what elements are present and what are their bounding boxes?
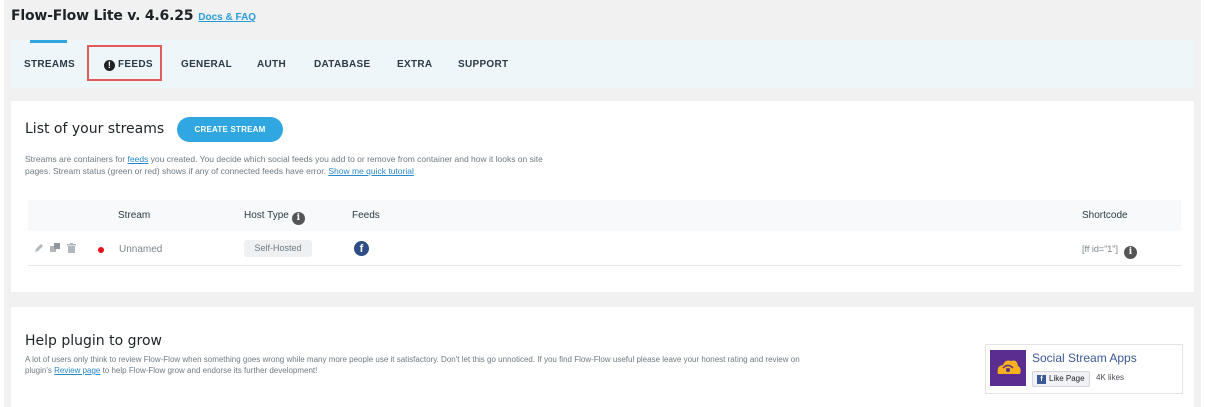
like-page-button[interactable]: f Like Page [1032, 371, 1090, 387]
tab-streams[interactable]: STREAMS [24, 59, 75, 70]
tab-database[interactable]: DATABASE [314, 59, 370, 70]
col-host-type-label: Host Type [244, 210, 289, 221]
window-edge-left [0, 0, 4, 407]
streams-table-header: Stream Host Type i Feeds Shortcode [28, 200, 1181, 231]
page-name-link[interactable]: Social Stream Apps [1032, 351, 1137, 365]
col-stream: Stream [118, 210, 151, 221]
shortcode-value: [ff id="1"] i [1082, 244, 1137, 259]
trash-icon[interactable] [67, 243, 76, 256]
desc-text: Streams are containers for [25, 154, 128, 164]
window-edge-right [1201, 0, 1205, 407]
desc-text: A lot of users only think to review Flow… [25, 355, 800, 364]
facebook-icon: f [354, 241, 369, 256]
streams-title: List of your streams [25, 121, 165, 137]
row-actions [34, 243, 76, 256]
tab-extra[interactable]: EXTRA [397, 59, 432, 70]
info-icon[interactable]: i [1124, 246, 1137, 259]
tab-general[interactable]: GENERAL [181, 59, 232, 70]
info-icon[interactable]: i [291, 212, 305, 225]
tab-feeds-label: FEEDS [118, 59, 153, 70]
col-feeds: Feeds [352, 210, 380, 221]
duplicate-icon[interactable] [50, 243, 61, 256]
streams-card: List of your streams CREATE STREAM Strea… [11, 101, 1194, 292]
tab-support[interactable]: SUPPORT [458, 59, 508, 70]
col-host-type: Host Type i [244, 210, 305, 225]
like-page-label: Like Page [1049, 374, 1085, 383]
streams-description: Streams are containers for feeds you cre… [25, 153, 785, 177]
desc-text: plugin's [25, 366, 55, 375]
help-title: Help plugin to grow [25, 333, 162, 349]
edit-icon[interactable] [34, 243, 44, 256]
shortcode-text: [ff id="1"] [1082, 244, 1118, 254]
page-avatar[interactable] [990, 350, 1026, 386]
create-stream-button[interactable]: CREATE STREAM [177, 117, 283, 142]
plugin-header: Flow-Flow Lite v. 4.6.25 Docs & FAQ [11, 8, 256, 34]
likes-count: 4K likes [1096, 373, 1125, 382]
col-shortcode: Shortcode [1082, 210, 1128, 221]
plugin-title: Flow-Flow Lite v. 4.6.25 [11, 8, 194, 24]
tab-auth[interactable]: AUTH [257, 59, 286, 70]
stream-status-indicator [98, 247, 104, 253]
desc-text: you created. You decide which social fee… [148, 154, 543, 164]
facebook-page-widget: Social Stream Apps f Like Page 4K likes [985, 344, 1183, 394]
review-page-link[interactable]: Review page [54, 366, 100, 375]
desc-text: to help Flow-Flow grow and endorse its f… [100, 366, 318, 375]
docs-faq-link[interactable]: Docs & FAQ [198, 12, 256, 23]
settings-tab-bar: STREAMS ! FEEDS GENERAL AUTH DATABASE EXT… [11, 40, 1194, 88]
help-description: A lot of users only think to review Flow… [25, 354, 975, 376]
host-type-badge: Self-Hosted [244, 240, 312, 257]
quick-tutorial-link[interactable]: Show me quick tutorial [328, 166, 414, 176]
desc-text: pages. Stream status (green or red) show… [25, 166, 329, 176]
stream-name[interactable]: Unnamed [119, 244, 162, 255]
active-tab-indicator [30, 40, 67, 43]
facebook-icon: f [1037, 374, 1046, 384]
tab-feeds[interactable]: ! FEEDS [104, 59, 153, 71]
help-card: Help plugin to grow A lot of users only … [11, 307, 1194, 407]
feeds-link[interactable]: feeds [128, 154, 149, 164]
alert-icon: ! [104, 60, 115, 71]
table-row: Unnamed Self-Hosted f [ff id="1"] i [28, 232, 1181, 266]
